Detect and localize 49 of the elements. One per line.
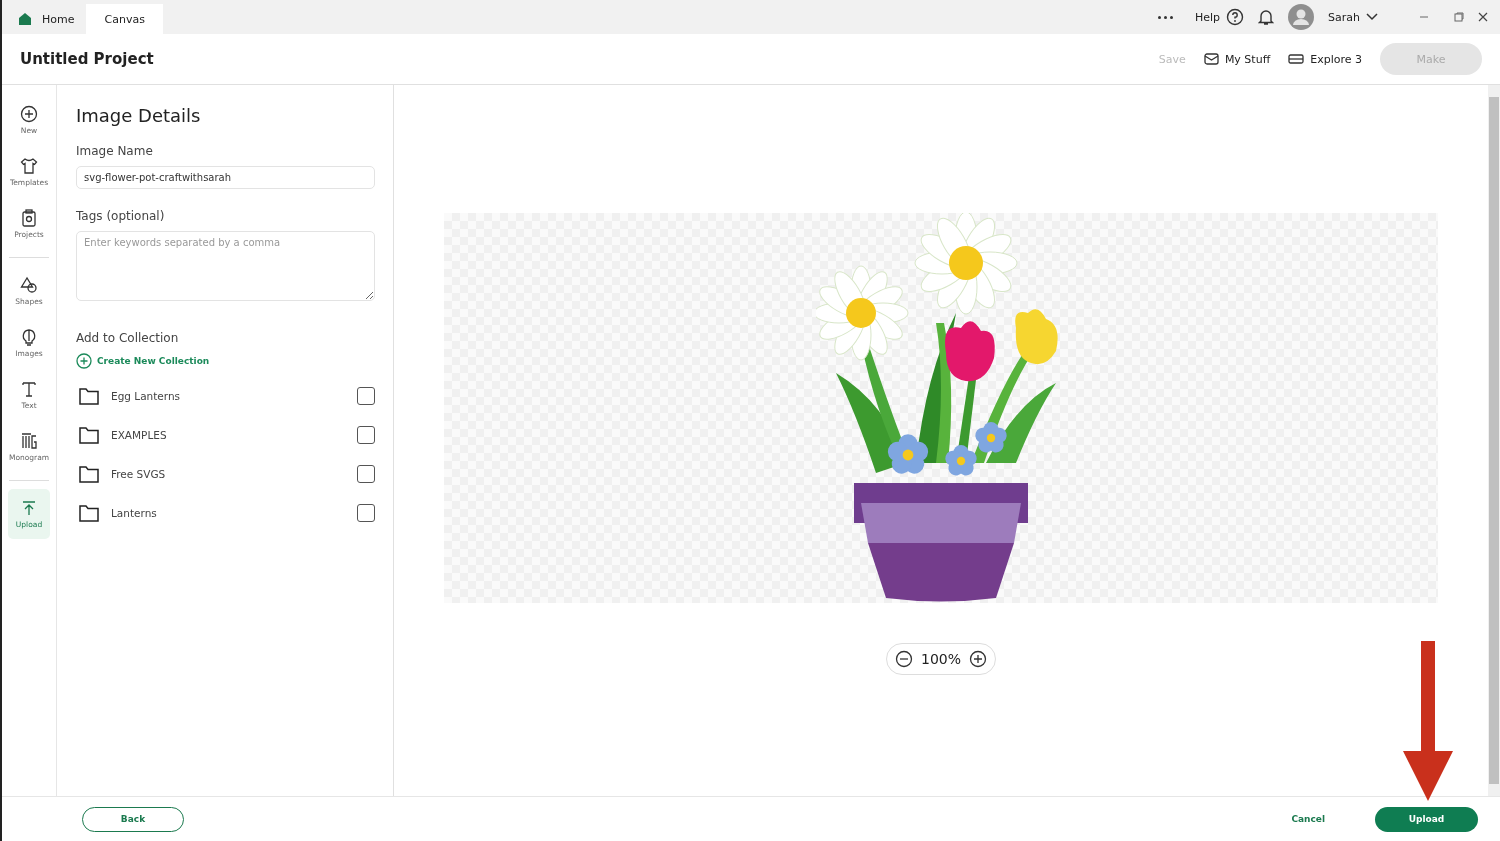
field-label: Tags (optional) <box>76 209 166 223</box>
scrollbar-thumb[interactable] <box>1489 97 1499 784</box>
restore-icon[interactable] <box>1454 12 1464 22</box>
checkbox[interactable] <box>357 465 375 483</box>
text-icon <box>20 380 38 398</box>
collection-name: Free SVGS <box>111 468 167 480</box>
home-icon <box>18 12 32 26</box>
field-label: Image Name <box>76 144 154 158</box>
tab[interactable]: Canvas <box>86 4 163 34</box>
upload-button[interactable]: Upload <box>1375 806 1478 832</box>
section-label: Add to Collection <box>76 331 180 345</box>
more-icon[interactable] <box>1157 15 1173 19</box>
checkbox[interactable] <box>357 387 375 405</box>
user-menu[interactable]: Sarah <box>1328 10 1378 24</box>
collection-name: EXAMPLES <box>111 429 168 441</box>
my-stuff-button[interactable]: My Stuff <box>1203 52 1271 66</box>
clip-icon <box>20 209 38 227</box>
bulb-icon <box>20 328 38 346</box>
collection-name: Lanterns <box>111 507 158 519</box>
zoom-out-icon[interactable] <box>895 650 913 668</box>
question-icon <box>1226 8 1245 26</box>
shapes-icon <box>20 276 38 294</box>
folder-icon <box>79 426 99 444</box>
checkbox[interactable] <box>357 426 375 444</box>
zoom-level: 100% <box>921 651 961 667</box>
zoom-in-icon[interactable] <box>969 650 987 668</box>
avatar-icon[interactable] <box>1288 4 1315 30</box>
folder-icon <box>79 465 99 483</box>
help-button[interactable]: Help <box>1194 8 1245 26</box>
folder-icon <box>79 504 99 522</box>
image-name-field[interactable]: svg-flower-pot-craftwithsarah <box>76 166 375 189</box>
upload-icon <box>20 499 38 517</box>
tags-field[interactable]: Enter keywords separated by a comma <box>76 231 375 301</box>
bell-icon[interactable] <box>1258 8 1275 26</box>
chevron-down-icon <box>1366 13 1378 21</box>
machine-button[interactable]: Explore 3 <box>1288 52 1362 66</box>
create-collection-link[interactable]: Create New Collection <box>76 353 375 369</box>
project-title: Untitled Project <box>20 50 154 68</box>
folder-icon <box>79 387 99 405</box>
machine-icon <box>1288 54 1305 64</box>
plus-circle-icon <box>76 353 92 369</box>
panel-title: Image Details <box>76 105 202 126</box>
cancel-button[interactable]: Cancel <box>1285 813 1331 825</box>
plus-icon <box>20 105 38 123</box>
shirt-icon <box>20 157 38 175</box>
collection-name: Egg Lanterns <box>111 390 182 402</box>
checkbox[interactable] <box>357 504 375 522</box>
envelope-icon <box>1203 53 1219 65</box>
close-icon[interactable] <box>1478 12 1488 22</box>
